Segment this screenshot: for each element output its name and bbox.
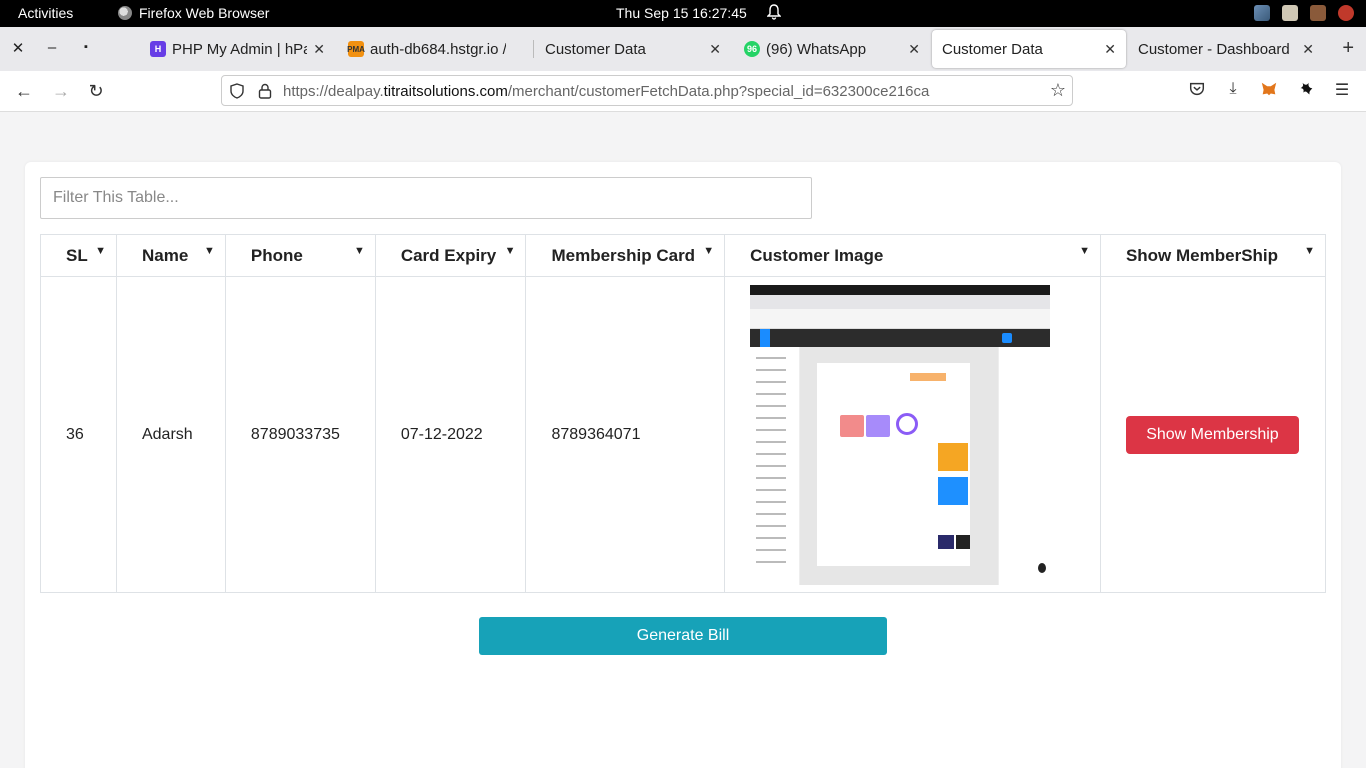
menu-icon[interactable]: ☰ — [1332, 80, 1352, 100]
cell-card-expiry: 07-12-2022 — [374, 276, 527, 593]
content-card: SL▼ Name▼ Phone▼ Card Expiry▼ Membership… — [25, 162, 1341, 768]
column-header-card-expiry[interactable]: Card Expiry ▼ — [374, 234, 527, 277]
download-icon[interactable]: ⤓ — [1223, 80, 1243, 100]
app-menu[interactable]: Firefox Web Browser — [118, 5, 269, 21]
table-header-row: SL ▼ Name ▼ Phone ▼ Card Expiry ▼ Membership… — [40, 234, 1327, 277]
bell-icon — [767, 4, 781, 20]
network-icon — [1254, 5, 1270, 21]
close-tab-icon[interactable]: ✕ — [709, 41, 721, 58]
sort-arrow-icon[interactable]: ▼ — [1079, 245, 1090, 257]
sort-arrow-icon[interactable]: ▼ — [505, 245, 516, 257]
files-icon — [1282, 5, 1298, 21]
hostinger-icon: H — [150, 41, 166, 57]
navigation-bar: ← → ↻ https://dealpay.titraitsolutions.c… — [0, 71, 1366, 112]
tab-auth-db[interactable]: PMA auth-db684.hstgr.io / ✕ — [338, 30, 534, 68]
activities-button[interactable]: Activities — [18, 5, 73, 21]
tab-phpmyadmin-hpanel[interactable]: H PHP My Admin | hPan ✕ — [140, 30, 335, 68]
tab-customer-data-active[interactable]: Customer Data ✕ — [932, 30, 1126, 68]
tab-title: Customer Data — [545, 40, 646, 58]
bookmark-star-icon[interactable]: ☆ — [1050, 80, 1066, 101]
tab-title: (96) WhatsApp — [766, 40, 867, 58]
page-content: SL▼ Name▼ Phone▼ Card Expiry▼ Membership… — [0, 112, 1366, 768]
maximize-window-icon[interactable]: ▪ — [76, 41, 96, 53]
cell-membership-card: 8789364071 — [525, 276, 726, 593]
cell-phone: 8789033735 — [224, 276, 376, 593]
shield-icon[interactable] — [230, 83, 244, 99]
cell-show-membership: Show Membership — [1099, 276, 1327, 593]
column-header-membership-card[interactable]: Membership Card ▼ — [525, 234, 726, 277]
cell-sl: 36 — [40, 276, 117, 593]
generate-bill-button[interactable]: Generate Bill — [479, 617, 887, 655]
table-row: 36 Adarsh 8789033735 07-12-2022 87893640… — [40, 276, 1327, 593]
app-name: Firefox Web Browser — [139, 5, 270, 21]
tab-title: auth-db684.hstgr.io / — [370, 40, 507, 58]
close-tab-icon[interactable]: ✕ — [313, 41, 325, 58]
back-arrow-icon[interactable]: ← — [13, 81, 35, 101]
archive-icon — [1310, 5, 1326, 21]
sort-arrow-icon[interactable]: ▼ — [204, 245, 215, 257]
close-tab-icon[interactable]: ✕ — [908, 41, 920, 58]
url-text: https://dealpay.titraitsolutions.com/mer… — [283, 83, 930, 100]
url-bar[interactable]: https://dealpay.titraitsolutions.com/mer… — [221, 75, 1073, 106]
close-window-icon[interactable]: ✕ — [8, 39, 28, 57]
tab-strip: ✕ – ▪ H PHP My Admin | hPan ✕ PMA auth-d… — [0, 27, 1366, 71]
tab-whatsapp[interactable]: 96 (96) WhatsApp ✕ — [734, 30, 930, 68]
column-header-show-membership[interactable]: Show MemberShip ▼ — [1099, 234, 1327, 277]
new-tab-icon[interactable]: + — [1342, 37, 1354, 60]
extension-icon[interactable] — [1296, 80, 1316, 100]
phpmyadmin-icon: PMA — [347, 41, 365, 57]
firefox-icon — [118, 6, 132, 20]
sort-arrow-icon[interactable]: ▼ — [354, 245, 365, 257]
column-header-customer-image[interactable]: Customer Image ▼ — [724, 234, 1101, 277]
metamask-icon[interactable] — [1259, 80, 1279, 100]
customer-image — [750, 284, 1051, 585]
column-header-sl[interactable]: SL ▼ — [40, 234, 117, 277]
show-membership-button[interactable]: Show Membership — [1125, 415, 1299, 454]
customer-table: SL ▼ Name ▼ Phone ▼ Card Expiry ▼ Membership… — [40, 234, 1327, 593]
column-header-phone[interactable]: Phone ▼ — [224, 234, 376, 277]
close-tab-icon[interactable]: ✕ — [1302, 41, 1314, 58]
whatsapp-icon: 96 — [744, 41, 760, 57]
minimize-window-icon[interactable]: – — [42, 39, 62, 56]
clock[interactable]: Thu Sep 15 16:27:45 — [616, 5, 747, 21]
sort-arrow-icon[interactable]: ▼ — [703, 245, 714, 257]
lock-icon[interactable] — [258, 83, 272, 99]
reload-icon[interactable]: ↻ — [85, 81, 107, 101]
system-tray[interactable] — [1254, 5, 1354, 21]
tab-customer-data[interactable]: Customer Data ✕ — [535, 30, 731, 68]
sort-arrow-icon[interactable]: ▼ — [1304, 245, 1315, 257]
cell-name: Adarsh — [115, 276, 226, 593]
system-top-bar: Activities Firefox Web Browser Thu Sep 1… — [0, 0, 1366, 27]
pocket-icon[interactable] — [1187, 80, 1207, 100]
sort-arrow-icon[interactable]: ▼ — [95, 245, 106, 257]
tab-title: Customer - Dashboard — [1138, 40, 1290, 58]
tab-customer-dashboard[interactable]: Customer - Dashboard ✕ — [1128, 30, 1324, 68]
close-tab-icon[interactable]: ✕ — [1104, 41, 1116, 58]
forward-arrow-icon[interactable]: → — [50, 81, 72, 101]
tab-title: Customer Data — [942, 40, 1043, 58]
filter-table-input[interactable] — [40, 177, 812, 219]
column-header-name[interactable]: Name ▼ — [115, 234, 226, 277]
cell-customer-image — [724, 276, 1101, 593]
tab-title: PHP My Admin | hPan — [172, 40, 308, 58]
power-icon — [1338, 5, 1354, 21]
